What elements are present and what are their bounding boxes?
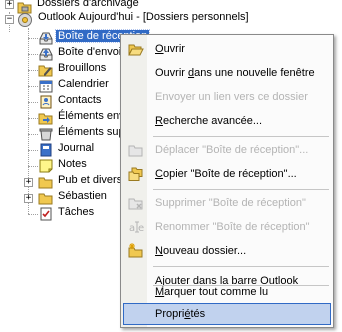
journal-icon bbox=[40, 143, 52, 157]
menu-item-label: Recherche avancée... bbox=[155, 115, 263, 127]
menu-separator bbox=[153, 136, 329, 137]
menu-item-properties[interactable]: Propriétés bbox=[123, 303, 331, 325]
expand-toggle[interactable]: + bbox=[5, 0, 14, 9]
svg-text:e: e bbox=[138, 223, 144, 234]
menu-item-label: Déplacer "Boîte de réception"... bbox=[155, 144, 309, 156]
outlook-today-icon bbox=[18, 13, 32, 27]
tree-item-outbox[interactable]: Boîte d'envoi bbox=[56, 46, 123, 58]
tasks-icon bbox=[40, 207, 52, 221]
folder-icon bbox=[38, 193, 53, 205]
menu-item-open[interactable]: Ouvrir bbox=[123, 38, 331, 60]
tree-item-tasks[interactable]: Tâches bbox=[56, 206, 96, 218]
rename-icon: a e bbox=[129, 221, 144, 234]
open-folder-icon bbox=[128, 44, 144, 56]
menu-item-label: Ouvrir dans une nouvelle fenêtre bbox=[155, 67, 315, 79]
tree-item-outlook-today[interactable]: Outlook Aujourd'hui - [Dossiers personne… bbox=[36, 11, 251, 23]
menu-item-label: Marquer tout comme lu bbox=[155, 286, 269, 298]
contacts-icon bbox=[40, 95, 52, 109]
menu-item-label: Propriétés bbox=[155, 308, 206, 320]
menu-item-delete: Supprimer "Boîte de réception" bbox=[123, 192, 331, 214]
move-folder-icon bbox=[128, 145, 143, 157]
delete-folder-icon bbox=[128, 198, 143, 210]
context-menu: Ouvrir Ouvrir dans une nouvelle fenêtre … bbox=[120, 34, 334, 328]
menu-item-label: Ouvrir bbox=[155, 43, 185, 55]
tree-connector bbox=[28, 86, 38, 87]
tree-item-contacts[interactable]: Contacts bbox=[56, 94, 103, 106]
menu-item-label: Renommer "Boîte de réception" bbox=[155, 221, 310, 233]
tree-connector bbox=[28, 38, 38, 39]
tree-item-sebastien[interactable]: Sébastien bbox=[56, 190, 109, 202]
expand-toggle[interactable]: + bbox=[24, 178, 33, 187]
menu-item-advanced-search[interactable]: Recherche avancée... bbox=[123, 110, 331, 132]
tree-item-calendar[interactable]: Calendrier bbox=[56, 78, 111, 90]
drafts-icon bbox=[38, 65, 53, 77]
tree-connector bbox=[28, 166, 38, 167]
tree-connector bbox=[28, 214, 38, 215]
menu-item-label: Copier "Boîte de réception"... bbox=[155, 168, 297, 180]
inbox-icon bbox=[39, 32, 53, 45]
copy-folder-icon bbox=[128, 167, 143, 181]
expand-toggle[interactable]: + bbox=[24, 194, 33, 203]
tree-item-notes[interactable]: Notes bbox=[56, 158, 89, 170]
menu-item-open-new-window[interactable]: Ouvrir dans une nouvelle fenêtre bbox=[123, 62, 331, 84]
tree-item-archive[interactable]: Dossiers d'archivage bbox=[35, 0, 141, 9]
tree-connector bbox=[28, 118, 38, 119]
menu-item-send-link: Envoyer un lien vers ce dossier bbox=[123, 86, 331, 108]
tree-connector bbox=[28, 54, 38, 55]
svg-text:a: a bbox=[129, 223, 135, 234]
tree-item-journal[interactable]: Journal bbox=[56, 142, 96, 154]
collapse-toggle[interactable]: − bbox=[5, 15, 14, 24]
notes-icon bbox=[39, 159, 53, 173]
tree-item-drafts[interactable]: Brouillons bbox=[56, 62, 108, 74]
sent-items-icon bbox=[38, 113, 53, 125]
folder-icon bbox=[38, 177, 53, 189]
menu-item-copy[interactable]: Copier "Boîte de réception"... bbox=[123, 163, 331, 185]
tree-connector bbox=[28, 102, 38, 103]
tree-item-pub-et-divers[interactable]: Pub et divers bbox=[56, 174, 124, 186]
menu-separator bbox=[153, 189, 329, 190]
tree-connector bbox=[28, 70, 38, 71]
menu-item-add-to-outlook-bar[interactable]: Ajouter dans la barre Outlook bbox=[123, 258, 331, 287]
menu-item-label: Envoyer un lien vers ce dossier bbox=[155, 91, 308, 103]
tree-connector bbox=[28, 150, 38, 151]
calendar-icon bbox=[39, 80, 53, 93]
new-folder-icon bbox=[128, 243, 143, 258]
deleted-items-icon bbox=[39, 128, 53, 141]
menu-item-mark-all-read[interactable]: Marquer tout comme lu bbox=[123, 280, 331, 302]
tree-connector bbox=[28, 134, 38, 135]
menu-item-move: Déplacer "Boîte de réception"... bbox=[123, 139, 331, 161]
menu-item-label: Supprimer "Boîte de réception" bbox=[155, 197, 306, 209]
outbox-icon bbox=[39, 48, 53, 61]
menu-item-rename: a e Renommer "Boîte de réception" bbox=[123, 216, 331, 238]
